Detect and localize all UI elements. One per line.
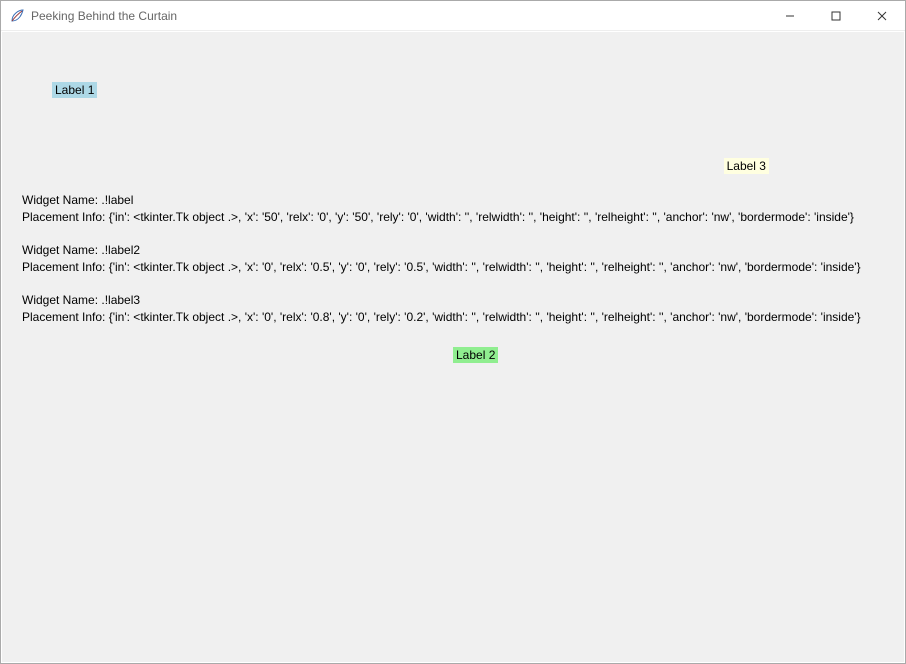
client-area: Label 1 Label 2 Label 3 Widget Name: .!l… [2,32,904,662]
close-button[interactable] [859,1,905,31]
minimize-button[interactable] [767,1,813,31]
app-window: Peeking Behind the Curtain Label 1 Label… [0,0,906,664]
info-block-1: Widget Name: .!label Placement Info: {'i… [22,192,854,226]
titlebar: Peeking Behind the Curtain [1,1,905,31]
info-block-3: Widget Name: .!label3 Placement Info: {'… [22,292,861,326]
info-place-line: Placement Info: {'in': <tkinter.Tk objec… [22,259,861,276]
maximize-button[interactable] [813,1,859,31]
label-1: Label 1 [52,82,97,98]
info-name-line: Widget Name: .!label [22,192,854,209]
label-3: Label 3 [724,158,769,174]
label-2: Label 2 [453,347,498,363]
info-name-line: Widget Name: .!label2 [22,242,861,259]
info-block-2: Widget Name: .!label2 Placement Info: {'… [22,242,861,276]
info-place-line: Placement Info: {'in': <tkinter.Tk objec… [22,209,854,226]
app-icon [9,8,25,24]
window-controls [767,1,905,31]
window-title: Peeking Behind the Curtain [31,9,177,23]
info-place-line: Placement Info: {'in': <tkinter.Tk objec… [22,309,861,326]
info-name-line: Widget Name: .!label3 [22,292,861,309]
